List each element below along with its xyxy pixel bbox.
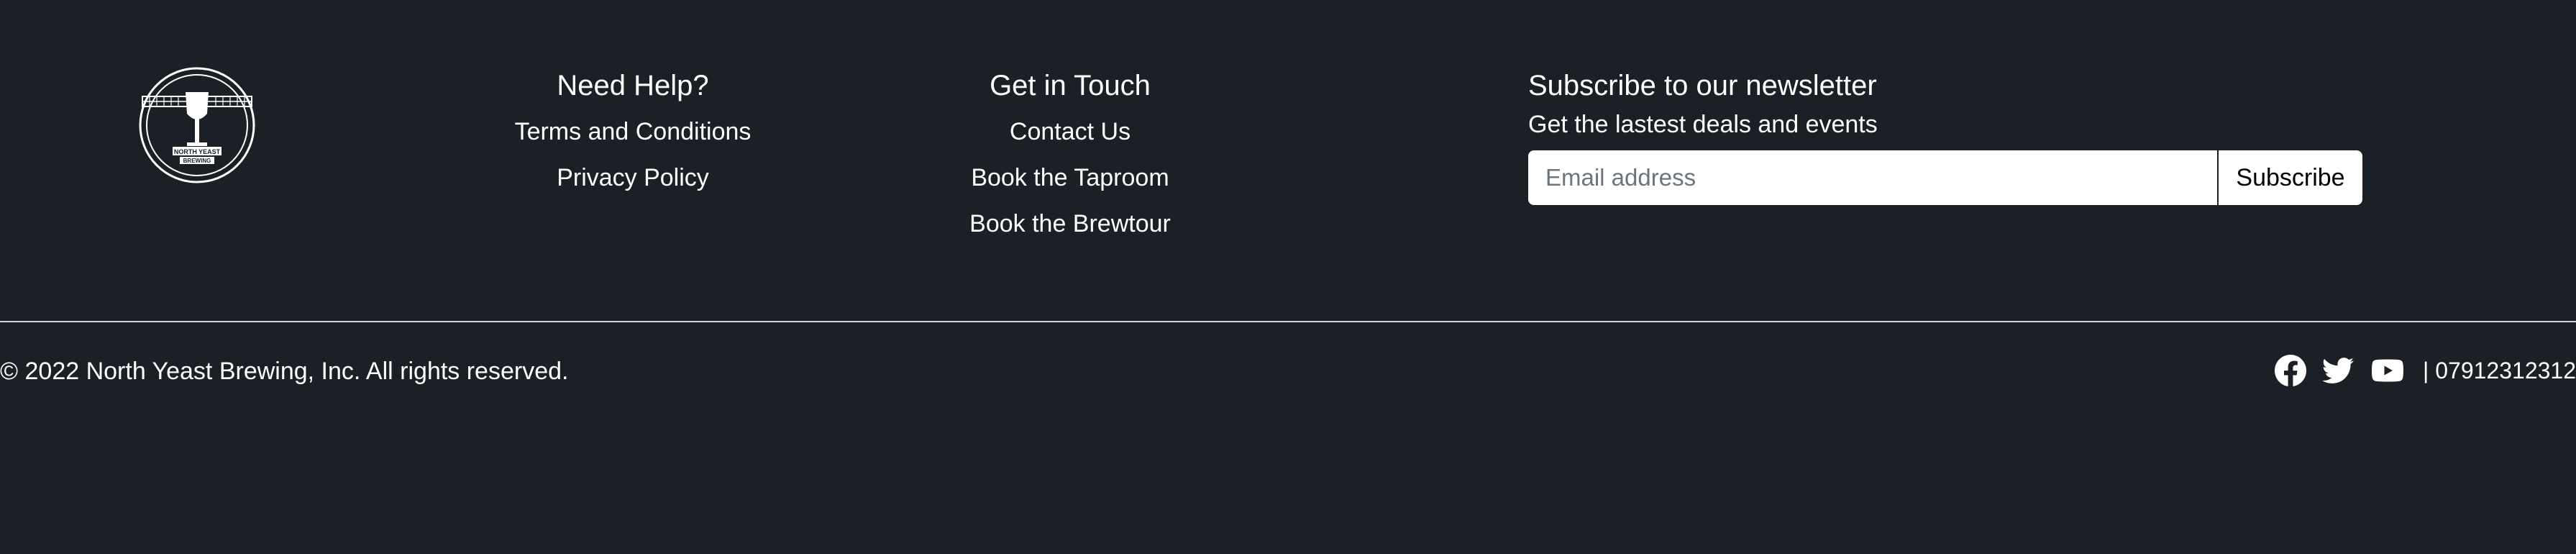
book-brewtour-link[interactable]: Book the Brewtour xyxy=(926,201,1214,247)
book-taproom-link[interactable]: Book the Taproom xyxy=(926,155,1214,201)
brand-logo[interactable]: NORTH YEAST BREWING xyxy=(138,66,256,184)
svg-text:NORTH YEAST: NORTH YEAST xyxy=(174,148,221,155)
contact-column: Get in Touch Contact Us Book the Taproom… xyxy=(926,68,1214,247)
copyright-text: © 2022 North Yeast Brewing, Inc. All rig… xyxy=(0,358,569,385)
contact-us-link[interactable]: Contact Us xyxy=(926,109,1214,155)
youtube-icon[interactable] xyxy=(2370,355,2406,386)
terms-link[interactable]: Terms and Conditions xyxy=(489,109,777,155)
contact-title: Get in Touch xyxy=(990,70,1151,101)
phone-number: | 07912312312 xyxy=(2423,358,2576,383)
newsletter-title: Subscribe to our newsletter xyxy=(1528,70,1877,101)
help-title: Need Help? xyxy=(557,70,709,101)
facebook-icon[interactable] xyxy=(2275,355,2307,386)
social-links: | 07912312312 xyxy=(2275,353,2576,389)
help-column: Need Help? Terms and Conditions Privacy … xyxy=(489,68,777,201)
newsletter-subtitle: Get the lastest deals and events xyxy=(1528,111,1878,138)
email-input[interactable] xyxy=(1528,150,2217,205)
privacy-link[interactable]: Privacy Policy xyxy=(489,155,777,201)
subscribe-button[interactable]: Subscribe xyxy=(2219,150,2362,205)
svg-text:BREWING: BREWING xyxy=(183,158,211,164)
twitter-icon[interactable] xyxy=(2322,355,2355,386)
site-footer: NORTH YEAST BREWING Need Help? Terms and… xyxy=(0,0,2576,554)
newsletter-form: Subscribe xyxy=(1528,150,2362,205)
north-yeast-brewing-logo-icon: NORTH YEAST BREWING xyxy=(139,67,255,183)
newsletter-section: Subscribe to our newsletter Get the last… xyxy=(1528,68,2362,205)
footer-divider xyxy=(0,321,2576,322)
